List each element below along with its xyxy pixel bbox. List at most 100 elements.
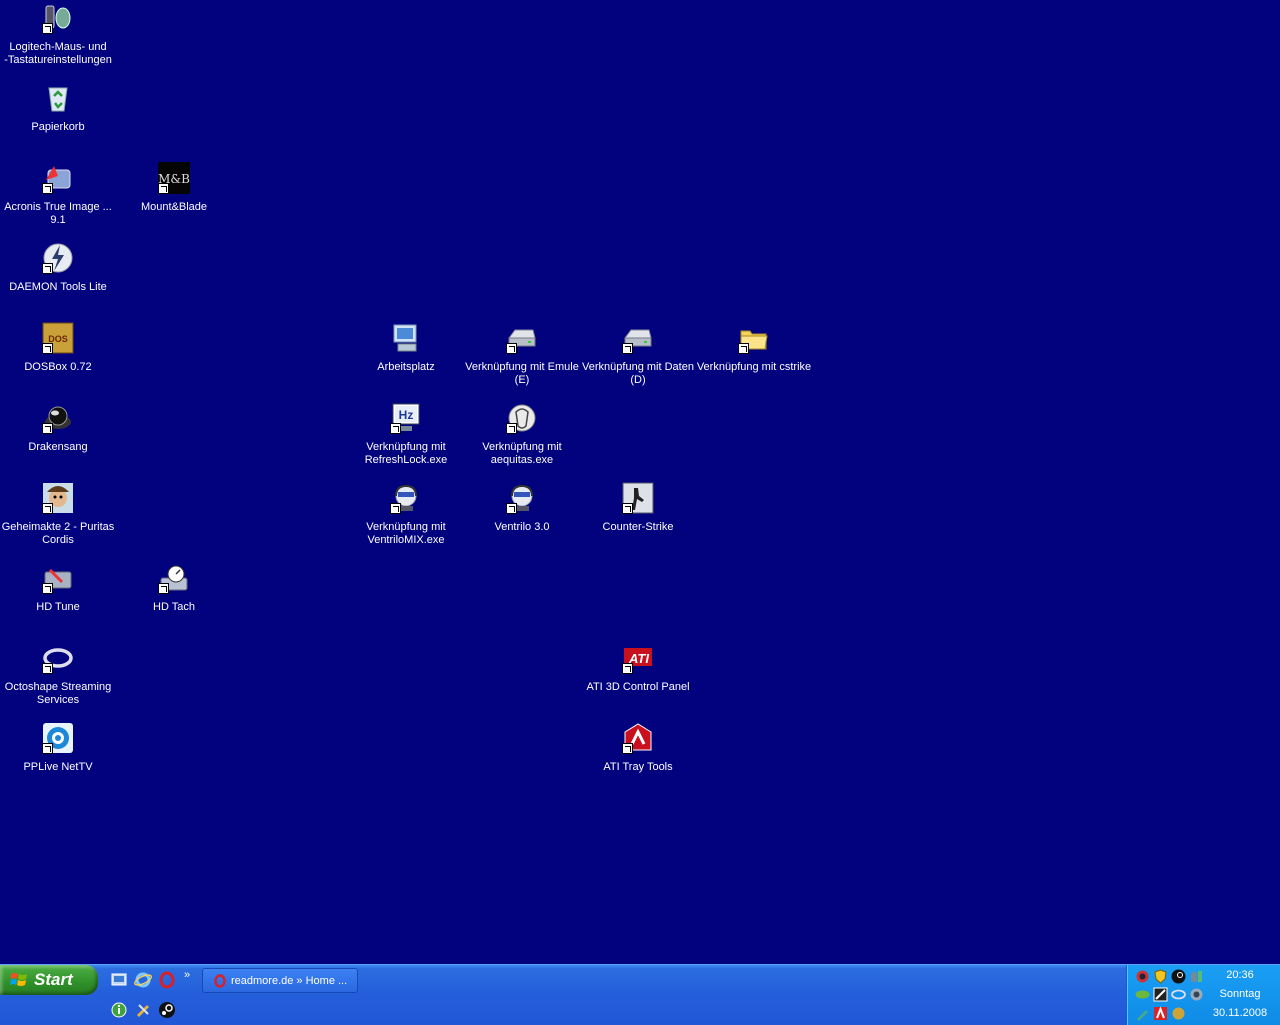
shortcut-arrow-icon (42, 23, 53, 34)
desktop-icon-pplive[interactable]: PPLive NetTV (0, 722, 116, 800)
start-label: Start (34, 970, 73, 989)
desktop-icon-refreshlock[interactable]: Hz Verknüpfung mit RefreshLock.exe (348, 402, 464, 480)
ati-icon: ATI (622, 642, 654, 674)
desktop-icon-label: Mount&Blade (140, 201, 208, 213)
desktop-icon-ati3d[interactable]: ATI ATI 3D Control Panel (580, 642, 696, 720)
steam-tray-icon[interactable] (1171, 969, 1186, 984)
desktop-icon-emule[interactable]: Verknüpfung mit Emule (E) (464, 322, 580, 400)
desktop-icon-atitray[interactable]: ATI Tray Tools (580, 722, 696, 800)
octoshape-tray-icon[interactable] (1171, 987, 1186, 1002)
system-tray: 20:36 Sonntag 30.11.2008 (1126, 965, 1280, 1025)
clock-time[interactable]: 20:36 (1205, 969, 1275, 981)
desktop-icon-octoshape[interactable]: Octoshape Streaming Services (0, 642, 116, 720)
shortcut-arrow-icon (390, 423, 401, 434)
desktop-icon-ventrilomix[interactable]: Verknüpfung mit VentriloMIX.exe (348, 482, 464, 560)
ati-tray-icon (622, 722, 654, 754)
network-tray-icon[interactable] (1135, 969, 1150, 984)
mouse-keyboard-icon (42, 2, 74, 34)
desktop-icon-label: Verknüpfung mit Daten (D) (582, 361, 694, 386)
desktop-icon-counterstrike[interactable]: Counter-Strike (580, 482, 696, 560)
recycle-bin-icon (42, 82, 74, 114)
shortcut-arrow-icon (738, 343, 749, 354)
desktop-icon-ventrilo[interactable]: Ventrilo 3.0 (464, 482, 580, 560)
shield-tray-icon[interactable] (1153, 969, 1168, 984)
desktop-icon-label: Verknüpfung mit RefreshLock.exe (364, 441, 448, 466)
shortcut-arrow-icon (622, 343, 633, 354)
ventrilo-icon (390, 482, 422, 514)
shortcut-arrow-icon (42, 263, 53, 274)
desktop-icon-label: Logitech-Maus- und -Tastatureinstellunge… (4, 41, 112, 66)
desktop-icon-logitech[interactable]: Logitech-Maus- und -Tastatureinstellunge… (0, 2, 116, 80)
info-icon[interactable] (110, 1001, 128, 1019)
shortcut-arrow-icon (42, 503, 53, 514)
octoshape-icon (42, 642, 74, 674)
desktop-icon-recycle[interactable]: Papierkorb (0, 82, 116, 160)
my-computer-icon (390, 322, 422, 354)
desktop-icon-label: Acronis True Image ... 9.1 (4, 201, 112, 226)
aequitas-icon (506, 402, 538, 434)
desktop-icon-label: Verknüpfung mit Emule (E) (465, 361, 579, 386)
taskbar-window-button[interactable]: readmore.de » Home ... (202, 968, 358, 993)
desktop-icon-label: DAEMON Tools Lite (9, 281, 107, 293)
desktop-icon-hdtune[interactable]: HD Tune (0, 562, 116, 640)
dosbox-icon: DOS (42, 322, 74, 354)
windows-logo-icon (10, 973, 27, 986)
show-desktop-icon[interactable] (110, 971, 128, 989)
desktop-icon-label: Drakensang (28, 441, 88, 453)
shortcut-arrow-icon (158, 583, 169, 594)
taskbar-window-label: readmore.de » Home ... (231, 974, 348, 987)
shortcut-arrow-icon (506, 343, 517, 354)
shortcut-arrow-icon (390, 503, 401, 514)
shortcut-arrow-icon (158, 183, 169, 194)
desktop-icon-label: Ventrilo 3.0 (494, 521, 550, 533)
desktop-icon-label: Papierkorb (31, 121, 85, 133)
drive-icon (506, 322, 538, 354)
antivirus-tray-icon[interactable] (1153, 1006, 1168, 1021)
folder-icon (738, 322, 770, 354)
desktop-icon-daten[interactable]: Verknüpfung mit Daten (D) (580, 322, 696, 400)
desktop-icon-drakensang[interactable]: Drakensang (0, 402, 116, 480)
desktop-icon-cstrike[interactable]: Verknüpfung mit cstrike (696, 322, 812, 400)
clock-day: Sonntag (1219, 988, 1261, 1000)
logitech-tray-icon[interactable] (1189, 969, 1204, 984)
taskbar: Start » readmore.de » Home ... 20:36 Son… (0, 964, 1280, 1025)
ventrilo-icon (506, 482, 538, 514)
desktop-icon-mountblade[interactable]: M&B Mount&Blade (116, 162, 232, 240)
shortcut-arrow-icon (506, 503, 517, 514)
counter-strike-icon (622, 482, 654, 514)
svg-text:Hz: Hz (399, 408, 414, 422)
drakensang-icon (42, 402, 74, 434)
start-button[interactable]: Start (0, 965, 98, 995)
game-tray-icon[interactable] (1171, 1006, 1186, 1021)
steam-icon[interactable] (158, 1001, 176, 1019)
hd-tach-icon (158, 562, 190, 594)
internet-explorer-icon[interactable] (134, 971, 152, 989)
desktop-icon-label: DOSBox 0.72 (24, 361, 92, 373)
desktop-icon-dosbox[interactable]: DOS DOSBox 0.72 (0, 322, 116, 400)
shortcut-arrow-icon (42, 423, 53, 434)
ati-tray-icon[interactable] (1153, 987, 1168, 1002)
desktop: Logitech-Maus- und -Tastatureinstellunge… (0, 0, 1280, 964)
tools-tray-icon[interactable] (1135, 1006, 1150, 1021)
tools-icon[interactable] (134, 1001, 152, 1019)
desktop-icon-aequitas[interactable]: Verknüpfung mit aequitas.exe (464, 402, 580, 480)
desktop-icon-geheimakte[interactable]: Geheimakte 2 - Puritas Cordis (0, 482, 116, 560)
pplive-icon (42, 722, 74, 754)
desktop-icon-label: Verknüpfung mit VentriloMIX.exe (366, 521, 446, 546)
desktop-icon-label: Verknüpfung mit aequitas.exe (482, 441, 562, 466)
desktop-icon-daemon[interactable]: DAEMON Tools Lite (0, 242, 116, 320)
desktop-icon-label: HD Tune (36, 601, 80, 613)
desktop-icon-label: ATI Tray Tools (603, 761, 673, 773)
desktop-icon-hdtach[interactable]: HD Tach (116, 562, 232, 640)
desktop-icon-label: ATI 3D Control Panel (586, 681, 690, 693)
desktop-icon-acronis[interactable]: Acronis True Image ... 9.1 (0, 162, 116, 240)
quicklaunch-chevron[interactable]: » (184, 969, 190, 981)
shortcut-arrow-icon (622, 663, 633, 674)
shortcut-arrow-icon (506, 423, 517, 434)
shortcut-arrow-icon (622, 743, 633, 754)
opera-icon[interactable] (158, 971, 176, 989)
desktop-icon-arbeitsplatz[interactable]: Arbeitsplatz (348, 322, 464, 400)
daemon-tools-icon (42, 242, 74, 274)
speaker-tray-icon[interactable] (1189, 987, 1204, 1002)
nvidia-tray-icon[interactable] (1135, 987, 1150, 1002)
